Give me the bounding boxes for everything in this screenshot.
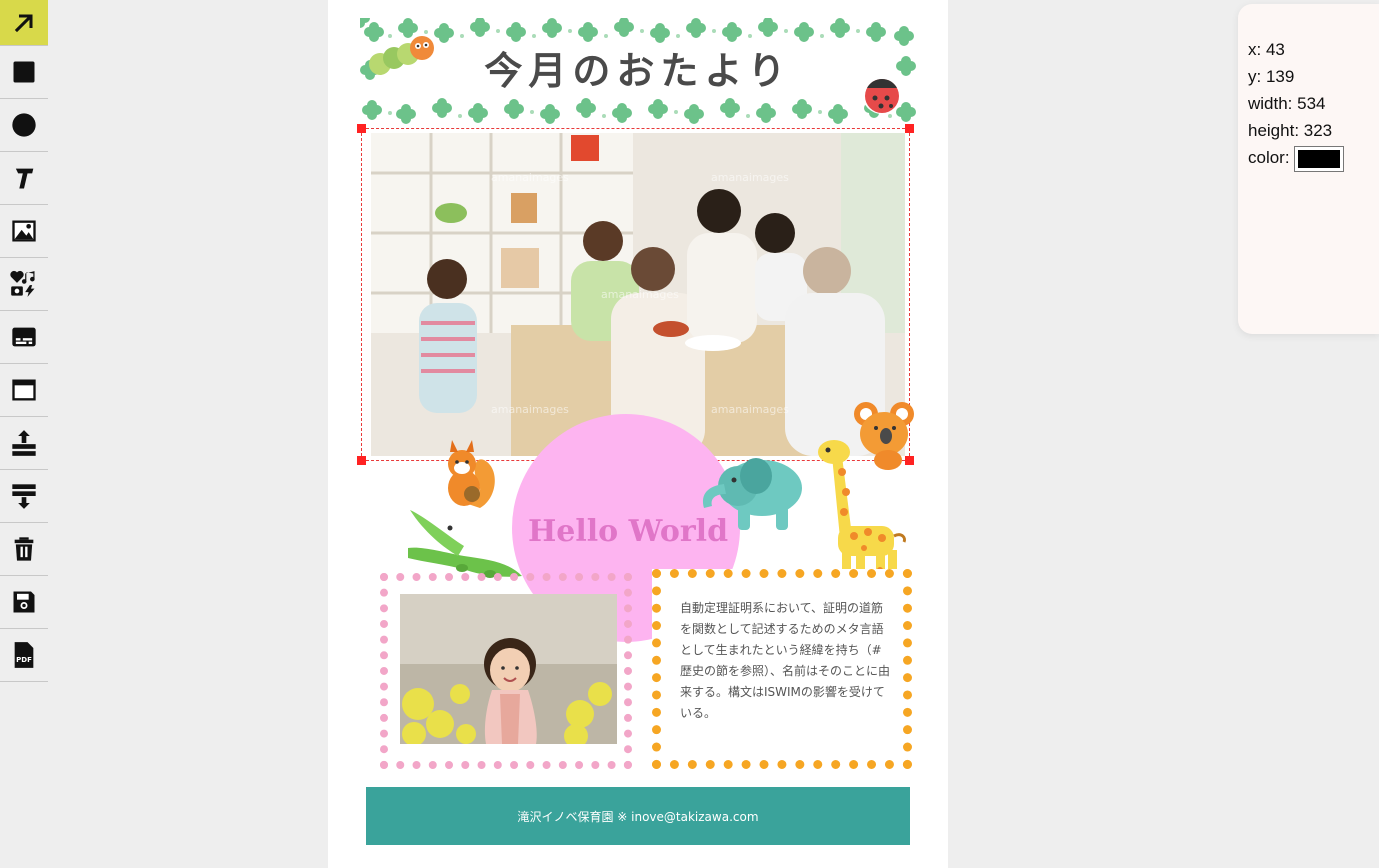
frame-tool[interactable] <box>0 364 48 417</box>
family-photo-image: amanaimages amanaimages amanaimages aman… <box>371 133 905 456</box>
square-icon <box>13 61 35 83</box>
text-t-icon <box>15 168 34 189</box>
giraffe-sticker[interactable] <box>804 432 908 590</box>
prop-color-row: color: <box>1248 144 1369 172</box>
window-icon <box>12 379 36 401</box>
watermark-2: amanaimages <box>711 171 789 184</box>
properties-panel: x: 43 y: 139 width: 534 height: 323 colo… <box>1238 4 1379 334</box>
image-icon <box>12 220 36 242</box>
watermark-5: amanaimages <box>711 403 789 416</box>
girl-photo[interactable] <box>400 594 617 744</box>
subtitles-icon <box>12 327 36 347</box>
prop-y: y: 139 <box>1248 67 1295 86</box>
body-text[interactable]: 自動定理証明系において、証明の道筋を関数として記述するためのメタ言語として生まれ… <box>680 598 892 724</box>
circle-tool[interactable] <box>0 99 48 152</box>
footer-text: 滝沢イノベ保育園 ※ inove@takizawa.com <box>517 809 759 824</box>
rectangle-tool[interactable] <box>0 46 48 99</box>
resize-handle-top-right[interactable] <box>905 124 914 133</box>
send-backward-tool[interactable] <box>0 470 48 523</box>
prop-color-label: color: <box>1248 148 1290 167</box>
prop-x: x: 43 <box>1248 40 1285 59</box>
save-tool[interactable] <box>0 576 48 629</box>
toolbar: PDF <box>0 0 48 682</box>
send-backward-icon <box>12 484 36 509</box>
resize-handle-top-left[interactable] <box>357 124 366 133</box>
girl-photo-image <box>400 594 617 744</box>
family-photo[interactable]: amanaimages amanaimages amanaimages aman… <box>371 133 905 456</box>
pdf-label: PDF <box>16 656 32 664</box>
color-picker[interactable] <box>1294 145 1345 172</box>
resize-handle-bottom-left[interactable] <box>357 456 366 465</box>
footer-banner[interactable]: 滝沢イノベ保育園 ※ inove@takizawa.com <box>366 787 910 845</box>
pdf-icon: PDF <box>14 642 34 668</box>
header-banner[interactable]: 今月のおたより <box>360 18 916 124</box>
image-tool[interactable] <box>0 205 48 258</box>
document-canvas[interactable]: 今月のおたより amanaimages amanaimages amanaima… <box>328 0 948 868</box>
elephant-sticker[interactable] <box>698 450 810 536</box>
watermark-3: amanaimages <box>601 288 679 301</box>
color-picker-value <box>1298 149 1341 168</box>
prop-height: height: 323 <box>1248 121 1333 140</box>
circle-icon <box>12 113 36 137</box>
prop-width: width: 534 <box>1248 94 1326 113</box>
pdf-tool[interactable]: PDF <box>0 629 48 682</box>
squirrel-sticker[interactable] <box>428 438 500 510</box>
bring-forward-icon <box>12 430 36 456</box>
subtitle-tool[interactable] <box>0 311 48 364</box>
bring-forward-tool[interactable] <box>0 417 48 470</box>
arrow-up-right-icon <box>14 13 33 32</box>
watermark-1: amanaimages <box>491 171 569 184</box>
stickers-icon <box>10 270 35 297</box>
trash-icon <box>14 537 34 561</box>
newsletter-title: 今月のおたより <box>484 49 792 93</box>
arrow-tool[interactable] <box>0 0 48 46</box>
text-tool[interactable] <box>0 152 48 205</box>
stickers-tool[interactable] <box>0 258 48 311</box>
watermark-4: amanaimages <box>491 403 569 416</box>
save-icon <box>13 591 35 613</box>
delete-tool[interactable] <box>0 523 48 576</box>
